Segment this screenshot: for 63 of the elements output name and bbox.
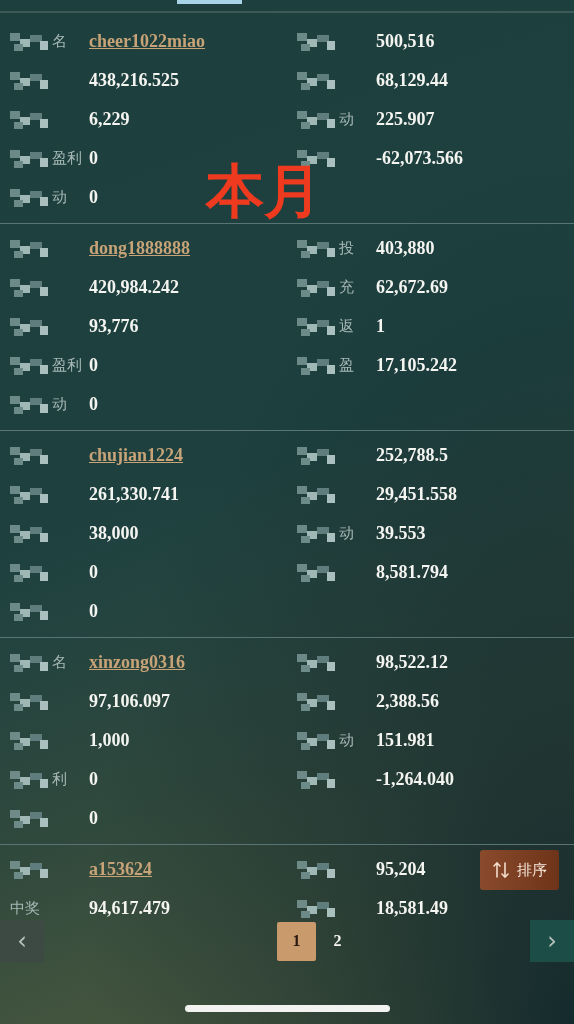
field-value: 0	[89, 394, 98, 415]
field-value: -1,264.040	[376, 769, 454, 790]
field-value: -62,073.566	[376, 148, 463, 169]
field-value: 29,451.558	[376, 484, 457, 505]
field-value: 39.553	[376, 523, 426, 544]
field-label: 名	[52, 653, 67, 672]
field-value: 0	[89, 148, 98, 169]
username-link[interactable]: chujian1224	[89, 445, 184, 466]
field-label: 动	[339, 524, 354, 543]
field-value: 17,105.242	[376, 355, 457, 376]
field-value: 420,984.242	[89, 277, 179, 298]
field-label: 利	[52, 770, 67, 789]
field-value: 438,216.525	[89, 70, 179, 91]
field-value: 94,617.479	[89, 898, 170, 919]
username-link[interactable]: xinzong0316	[89, 652, 185, 673]
field-label: 盈利	[52, 356, 82, 375]
field-label: 充	[339, 278, 354, 297]
field-label: 盈	[339, 356, 354, 375]
field-label: 动	[339, 110, 354, 129]
field-value: 38,000	[89, 523, 139, 544]
overlay-caption: 本月	[206, 156, 322, 227]
field-label: 盈利	[52, 149, 82, 168]
field-value: 68,129.44	[376, 70, 448, 91]
field-value: 93,776	[89, 316, 139, 337]
field-value: 18,581.49	[376, 898, 448, 919]
tab-indicator	[177, 0, 242, 4]
field-value: 0	[89, 562, 98, 583]
field-value: 0	[89, 187, 98, 208]
field-label: 动	[52, 188, 67, 207]
username-link[interactable]: cheer1022miao	[89, 31, 205, 52]
field-value: 252,788.5	[376, 445, 448, 466]
field-value: 8,581.794	[376, 562, 448, 583]
field-value: 6,229	[89, 109, 130, 130]
field-value: 1,000	[89, 730, 130, 751]
sort-button[interactable]: 排序	[480, 850, 559, 890]
field-label: 动	[52, 395, 67, 414]
next-page-button[interactable]: ›	[530, 920, 574, 962]
field-value: 98,522.12	[376, 652, 448, 673]
sort-arrows-icon	[492, 861, 509, 879]
field-value: 403,880	[376, 238, 435, 259]
field-label: 名	[52, 32, 67, 51]
page-button[interactable]: 2	[318, 921, 357, 961]
field-value: 0	[89, 601, 98, 622]
field-value: 261,330.741	[89, 484, 179, 505]
field-value: 0	[89, 769, 98, 790]
field-value: 0	[89, 355, 98, 376]
field-value: 62,672.69	[376, 277, 448, 298]
field-value: 2,388.56	[376, 691, 439, 712]
field-value: 151.981	[376, 730, 435, 751]
username-link[interactable]: dong1888888	[89, 238, 191, 259]
previous-page-button[interactable]: ‹	[0, 920, 44, 962]
field-value: 0	[89, 808, 98, 829]
field-label: 返	[339, 317, 354, 336]
page-button[interactable]: 1	[277, 921, 316, 961]
field-value: 97,106.097	[89, 691, 170, 712]
field-label: 投	[339, 239, 354, 258]
username-link[interactable]: a153624	[89, 859, 152, 880]
field-value: 1	[376, 316, 385, 337]
field-value: 95,204	[376, 859, 426, 880]
field-label: 动	[339, 731, 354, 750]
field-value: 225.907	[376, 109, 435, 130]
field-label: 中奖	[10, 899, 40, 918]
field-value: 500,516	[376, 31, 435, 52]
